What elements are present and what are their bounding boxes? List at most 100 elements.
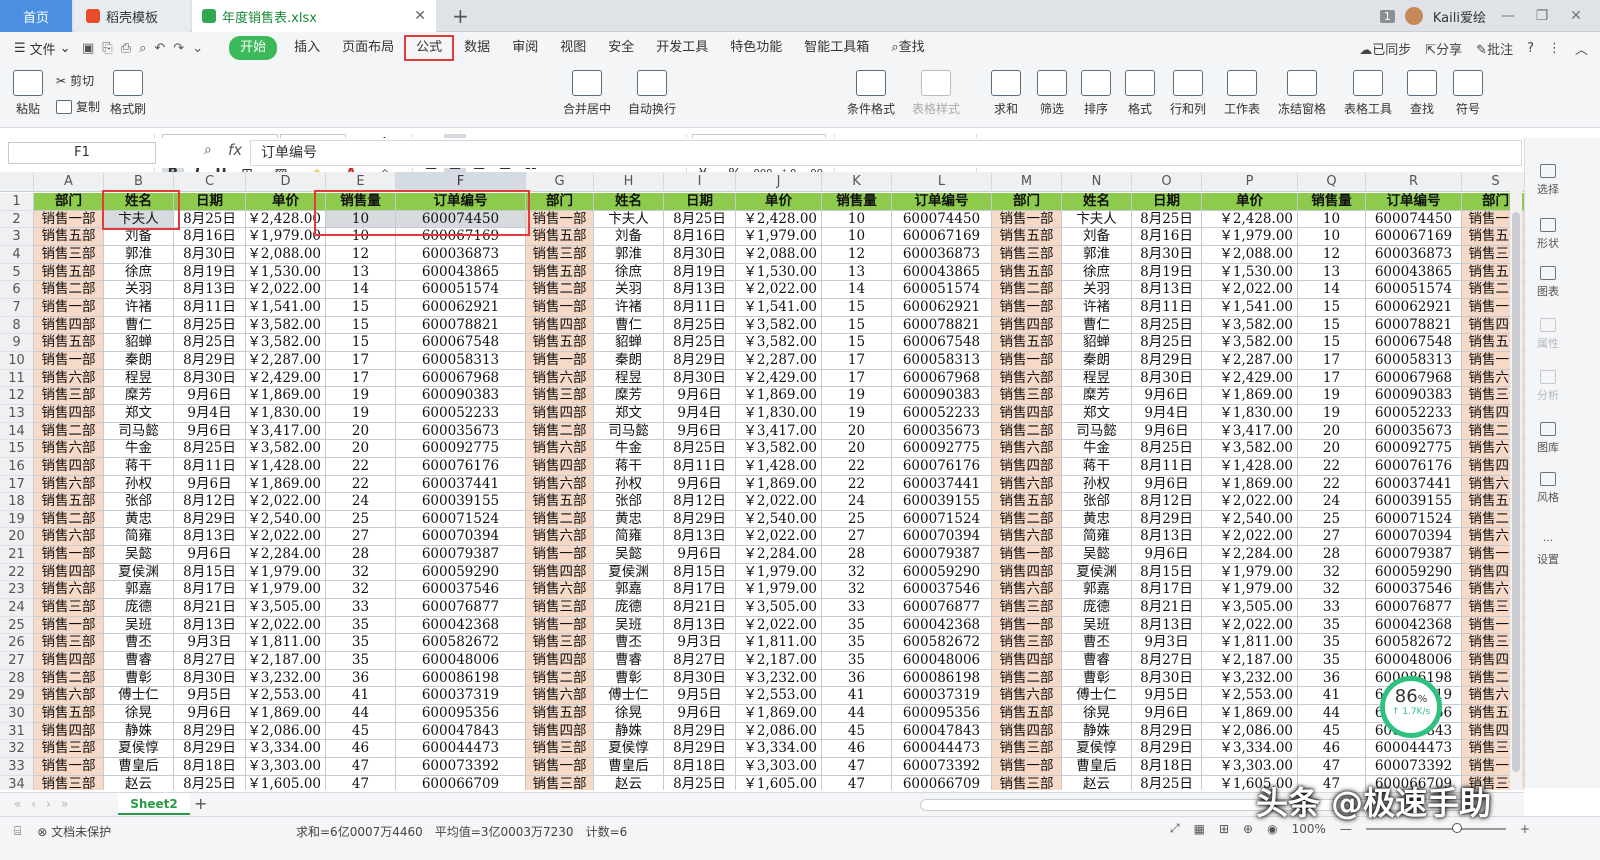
- cell-a2[interactable]: 销售一部: [34, 210, 104, 229]
- cell-b32[interactable]: 夏侯惇: [104, 740, 174, 758]
- cell-d26[interactable]: ￥1,811.00: [246, 634, 326, 653]
- share-button[interactable]: ⇱分享: [1425, 39, 1462, 58]
- cell-k19[interactable]: 25: [822, 510, 892, 529]
- tab-special[interactable]: 特色功能: [719, 36, 793, 60]
- cell-a24[interactable]: 销售三部: [34, 599, 104, 617]
- cell-p33[interactable]: ￥3,303.00: [1202, 758, 1298, 776]
- cell-a26[interactable]: 销售三部: [34, 634, 104, 653]
- cell-l8[interactable]: 600078821: [892, 316, 992, 335]
- cell-r11[interactable]: 600067968: [1366, 369, 1462, 388]
- cell-p6[interactable]: ￥2,022.00: [1202, 281, 1298, 299]
- file-menu[interactable]: ☰ 文件 ⌄: [0, 39, 82, 58]
- cell-r1[interactable]: 订单编号: [1366, 193, 1462, 211]
- cell-l16[interactable]: 600076176: [892, 457, 992, 476]
- cell-h16[interactable]: 蒋干: [594, 457, 664, 476]
- sort-button[interactable]: 排序: [1076, 70, 1116, 117]
- cell-f31[interactable]: 600047843: [396, 722, 526, 741]
- column-header-b[interactable]: B: [104, 172, 174, 192]
- cell-k4[interactable]: 12: [822, 245, 892, 264]
- cell-d20[interactable]: ￥2,022.00: [246, 528, 326, 547]
- cell-q3[interactable]: 10: [1298, 228, 1366, 246]
- cell-q8[interactable]: 15: [1298, 316, 1366, 335]
- cell-c12[interactable]: 9月6日: [174, 387, 246, 405]
- cell-n17[interactable]: 孙权: [1062, 475, 1132, 494]
- cell-j34[interactable]: ￥1,605.00: [736, 775, 822, 790]
- cell-k1[interactable]: 销售量: [822, 193, 892, 211]
- comment-button[interactable]: ✎批注: [1476, 39, 1513, 58]
- conditional-format-button[interactable]: 条件格式: [842, 70, 900, 117]
- cell-l15[interactable]: 600092775: [892, 440, 992, 458]
- cell-o15[interactable]: 8月25日: [1132, 440, 1202, 458]
- cell-o18[interactable]: 8月12日: [1132, 493, 1202, 511]
- cell-l3[interactable]: 600067169: [892, 228, 992, 246]
- cell-p4[interactable]: ￥2,088.00: [1202, 245, 1298, 264]
- fx-icon[interactable]: fx: [228, 141, 242, 159]
- cell-i30[interactable]: 9月6日: [664, 705, 736, 723]
- cell-m14[interactable]: 销售二部: [992, 422, 1062, 441]
- row-number[interactable]: 8: [0, 316, 34, 335]
- cell-f2[interactable]: 600074450: [396, 210, 526, 229]
- cell-d31[interactable]: ￥2,086.00: [246, 722, 326, 741]
- cell-d24[interactable]: ￥3,505.00: [246, 599, 326, 617]
- cell-b22[interactable]: 夏侯渊: [104, 563, 174, 582]
- cell-n27[interactable]: 曹睿: [1062, 652, 1132, 670]
- cell-a11[interactable]: 销售六部: [34, 369, 104, 388]
- cell-n26[interactable]: 曹丕: [1062, 634, 1132, 653]
- cell-i14[interactable]: 9月6日: [664, 422, 736, 441]
- cell-o22[interactable]: 8月15日: [1132, 563, 1202, 582]
- cell-p8[interactable]: ￥3,582.00: [1202, 316, 1298, 335]
- row-number[interactable]: 10: [0, 351, 34, 370]
- cell-f5[interactable]: 600043865: [396, 263, 526, 282]
- cell-m17[interactable]: 销售六部: [992, 475, 1062, 494]
- cell-q11[interactable]: 17: [1298, 369, 1366, 388]
- cell-l9[interactable]: 600067548: [892, 334, 992, 352]
- cell-c27[interactable]: 8月27日: [174, 652, 246, 670]
- cell-e23[interactable]: 32: [326, 581, 396, 600]
- sheet-tab[interactable]: Sheet2: [118, 793, 190, 815]
- cell-j30[interactable]: ￥1,869.00: [736, 705, 822, 723]
- cell-k22[interactable]: 32: [822, 563, 892, 582]
- undo-icon[interactable]: ↶: [154, 41, 165, 56]
- cell-l5[interactable]: 600043865: [892, 263, 992, 282]
- cell-n10[interactable]: 秦朗: [1062, 351, 1132, 370]
- cell-m4[interactable]: 销售三部: [992, 245, 1062, 264]
- cell-a7[interactable]: 销售一部: [34, 298, 104, 317]
- cell-a22[interactable]: 销售四部: [34, 563, 104, 582]
- cell-b21[interactable]: 吴懿: [104, 546, 174, 564]
- cell-f27[interactable]: 600048006: [396, 652, 526, 670]
- tab-formula[interactable]: 公式: [404, 35, 455, 61]
- cell-c26[interactable]: 9月3日: [174, 634, 246, 653]
- status-average[interactable]: 平均值=3亿0003万7230: [435, 823, 574, 840]
- column-header-f[interactable]: F: [396, 172, 526, 192]
- cell-h13[interactable]: 郑文: [594, 404, 664, 423]
- cell-o11[interactable]: 8月30日: [1132, 369, 1202, 388]
- cell-h28[interactable]: 曹彰: [594, 669, 664, 688]
- cell-e18[interactable]: 24: [326, 493, 396, 511]
- cell-j33[interactable]: ￥3,303.00: [736, 758, 822, 776]
- cell-f21[interactable]: 600079387: [396, 546, 526, 564]
- cell-q17[interactable]: 22: [1298, 475, 1366, 494]
- side-style-button[interactable]: 风格: [1525, 472, 1571, 505]
- cell-a16[interactable]: 销售四部: [34, 457, 104, 476]
- cell-j7[interactable]: ￥1,541.00: [736, 298, 822, 317]
- cell-n7[interactable]: 许褚: [1062, 298, 1132, 317]
- cell-g34[interactable]: 销售三部: [526, 775, 594, 790]
- cell-i8[interactable]: 8月25日: [664, 316, 736, 335]
- cell-l6[interactable]: 600051574: [892, 281, 992, 299]
- cell-c19[interactable]: 8月29日: [174, 510, 246, 529]
- cell-p17[interactable]: ￥1,869.00: [1202, 475, 1298, 494]
- cell-f6[interactable]: 600051574: [396, 281, 526, 299]
- cell-c32[interactable]: 8月29日: [174, 740, 246, 758]
- cell-b29[interactable]: 傅士仁: [104, 687, 174, 706]
- side-shape-button[interactable]: 形状: [1525, 218, 1571, 251]
- cell-r32[interactable]: 600044473: [1366, 740, 1462, 758]
- cell-h23[interactable]: 郭嘉: [594, 581, 664, 600]
- cell-b23[interactable]: 郭嘉: [104, 581, 174, 600]
- cell-l7[interactable]: 600062921: [892, 298, 992, 317]
- cell-b9[interactable]: 貂蝉: [104, 334, 174, 352]
- cell-m24[interactable]: 销售三部: [992, 599, 1062, 617]
- cell-f10[interactable]: 600058313: [396, 351, 526, 370]
- cell-b15[interactable]: 牛金: [104, 440, 174, 458]
- cell-q24[interactable]: 33: [1298, 599, 1366, 617]
- cell-o7[interactable]: 8月11日: [1132, 298, 1202, 317]
